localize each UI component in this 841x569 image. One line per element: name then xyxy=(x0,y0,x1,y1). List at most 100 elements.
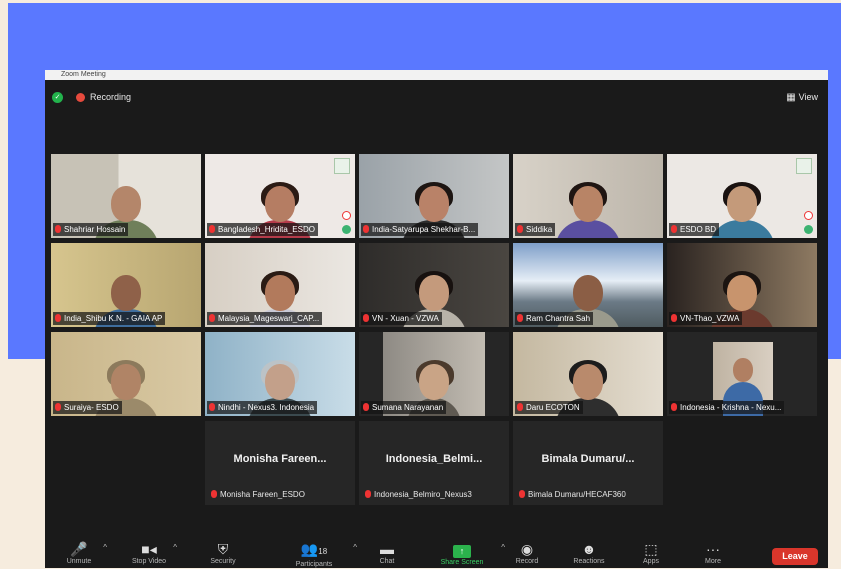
unmute-button[interactable]: 🎤 Unmute ^ xyxy=(51,541,107,566)
leave-button[interactable]: Leave xyxy=(772,548,818,565)
stop-video-label: Stop Video xyxy=(131,558,167,565)
chat-label: Chat xyxy=(379,558,395,565)
reactions-button[interactable]: ☻ Reactions xyxy=(561,541,617,566)
video-tile[interactable]: Indonesia - Krishna - Nexu... xyxy=(667,332,817,416)
muted-mic-icon xyxy=(209,403,215,411)
participant-name-tag: Indonesia_Belmiro_Nexus3 xyxy=(365,490,472,499)
video-tile[interactable]: VN-Thao_VZWA xyxy=(667,243,817,327)
video-camera-icon: ■◂ xyxy=(141,541,157,557)
participant-name: Shahriar Hossain xyxy=(64,225,126,234)
more-button[interactable]: ··· More xyxy=(685,541,741,566)
participant-name-tag: Bangladesh_Hridita_ESDO xyxy=(207,223,318,236)
chevron-up-icon[interactable]: ^ xyxy=(353,543,357,552)
video-tile[interactable]: Siddika xyxy=(513,154,663,238)
chevron-up-icon[interactable]: ^ xyxy=(103,543,107,552)
apps-label: Apps xyxy=(643,558,659,565)
muted-mic-icon xyxy=(517,314,523,322)
smiley-plus-icon: ☻ xyxy=(581,541,597,557)
participant-name-tag: India_Shibu K.N. - GAIA AP xyxy=(53,312,166,325)
status-badge-icon xyxy=(342,225,351,234)
meeting-topbar: ✓ Recording ▦ View xyxy=(45,80,828,112)
participant-name-tag: Nindhi - Nexus3. Indonesia xyxy=(207,401,318,414)
participants-count: 18 xyxy=(318,547,328,556)
organization-logo xyxy=(334,158,350,174)
participant-name: Suraiya- ESDO xyxy=(64,403,119,412)
video-tile[interactable]: Shahriar Hossain xyxy=(51,154,201,238)
participant-name-tag: Bimala Dumaru/HECAF360 xyxy=(519,490,626,499)
video-tile[interactable]: Ram Chantra Sah xyxy=(513,243,663,327)
share-screen-label: Share Screen xyxy=(440,559,484,566)
participant-name: Indonesia_Belmiro_Nexus3 xyxy=(374,490,472,499)
security-button[interactable]: ⛨ Security xyxy=(195,541,251,566)
video-tile[interactable]: VN - Xuan - VZWA xyxy=(359,243,509,327)
participant-name: Malaysia_Mageswari_CAP... xyxy=(218,314,320,323)
participant-name: Ram Chantra Sah xyxy=(526,314,591,323)
organization-logo xyxy=(796,158,812,174)
participant-name-tag: Suraiya- ESDO xyxy=(53,401,122,414)
participant-name: VN - Xuan - VZWA xyxy=(372,314,439,323)
muted-mic-icon xyxy=(671,314,677,322)
participant-display-name: Bimala Dumaru/... xyxy=(541,453,635,465)
participant-name: India-Satyarupa Shekhar-B... xyxy=(372,225,476,234)
participant-name-tag: Sumana Narayanan xyxy=(361,401,447,414)
record-icon: ◉ xyxy=(520,541,534,557)
chevron-up-icon[interactable]: ^ xyxy=(173,543,177,552)
participant-name: Indonesia - Krishna - Nexu... xyxy=(680,403,782,412)
apps-button[interactable]: ⬚ Apps xyxy=(623,541,679,566)
participant-name: Daru ECOTON xyxy=(526,403,580,412)
muted-mic-icon xyxy=(209,314,215,322)
muted-mic-icon xyxy=(671,403,677,411)
muted-mic-icon xyxy=(519,490,525,498)
participant-name: Sumana Narayanan xyxy=(372,403,444,412)
video-tile-active-speaker[interactable]: ESDO BD xyxy=(667,154,817,238)
participant-name: Siddika xyxy=(526,225,553,234)
video-tile-camera-off[interactable]: Bimala Dumaru/... Bimala Dumaru/HECAF360 xyxy=(513,421,663,505)
view-label: View xyxy=(798,92,818,102)
video-tile[interactable]: Nindhi - Nexus3. Indonesia xyxy=(205,332,355,416)
muted-mic-icon xyxy=(363,225,369,233)
muted-mic-icon xyxy=(363,314,369,322)
window-title: Zoom Meeting xyxy=(45,70,828,80)
participant-display-name: Indonesia_Belmi... xyxy=(385,453,483,465)
recording-label: Recording xyxy=(90,92,132,102)
more-label: More xyxy=(705,558,721,565)
participant-name: Nindhi - Nexus3. Indonesia xyxy=(218,403,315,412)
participant-name-tag: Indonesia - Krishna - Nexu... xyxy=(669,401,785,414)
muted-mic-icon xyxy=(209,225,215,233)
chat-button[interactable]: ▬ Chat xyxy=(359,541,415,566)
record-button[interactable]: ◉ Record xyxy=(499,541,555,566)
participant-name-tag: Daru ECOTON xyxy=(515,401,583,414)
share-screen-button[interactable]: ↑ Share Screen ^ xyxy=(429,541,505,567)
participant-name-tag: Shahriar Hossain xyxy=(53,223,129,236)
shield-icon: ⛨ xyxy=(217,541,229,557)
unmute-label: Unmute xyxy=(66,558,92,565)
stop-video-button[interactable]: ■◂ Stop Video ^ xyxy=(121,541,177,566)
muted-microphone-icon: 🎤 xyxy=(70,541,88,557)
view-button[interactable]: ▦ View xyxy=(786,91,818,104)
muted-mic-icon xyxy=(55,225,61,233)
participant-name: India_Shibu K.N. - GAIA AP xyxy=(64,314,163,323)
participant-name-tag: India-Satyarupa Shekhar-B... xyxy=(361,223,479,236)
participant-name: ESDO BD xyxy=(680,225,717,234)
participant-name-tag: ESDO BD xyxy=(669,223,720,236)
video-tile-camera-off[interactable]: Monisha Fareen... Monisha Fareen_ESDO xyxy=(205,421,355,505)
video-tile[interactable]: Malaysia_Mageswari_CAP... xyxy=(205,243,355,327)
video-tile[interactable]: India-Satyarupa Shekhar-B... xyxy=(359,154,509,238)
recording-icon xyxy=(76,93,85,102)
video-tile[interactable]: Suraiya- ESDO xyxy=(51,332,201,416)
share-screen-icon: ↑ xyxy=(453,545,471,558)
video-tile[interactable]: India_Shibu K.N. - GAIA AP xyxy=(51,243,201,327)
security-label: Security xyxy=(210,558,236,565)
security-shield-icon[interactable]: ✓ xyxy=(52,92,63,103)
video-tile-camera-off[interactable]: Indonesia_Belmi... Indonesia_Belmiro_Nex… xyxy=(359,421,509,505)
muted-mic-icon xyxy=(211,490,217,498)
status-badge-icon xyxy=(804,225,813,234)
status-badge-icon xyxy=(342,211,351,220)
participants-button[interactable]: 👥18 Participants ^ xyxy=(279,541,357,569)
participant-name-tag: Malaysia_Mageswari_CAP... xyxy=(207,312,323,325)
muted-mic-icon xyxy=(365,490,371,498)
video-tile[interactable]: Sumana Narayanan xyxy=(359,332,509,416)
video-tile[interactable]: Bangladesh_Hridita_ESDO xyxy=(205,154,355,238)
video-tile[interactable]: Daru ECOTON xyxy=(513,332,663,416)
meeting-toolbar: 🎤 Unmute ^ ■◂ Stop Video ^ ⛨ Security 👥1… xyxy=(45,537,828,568)
